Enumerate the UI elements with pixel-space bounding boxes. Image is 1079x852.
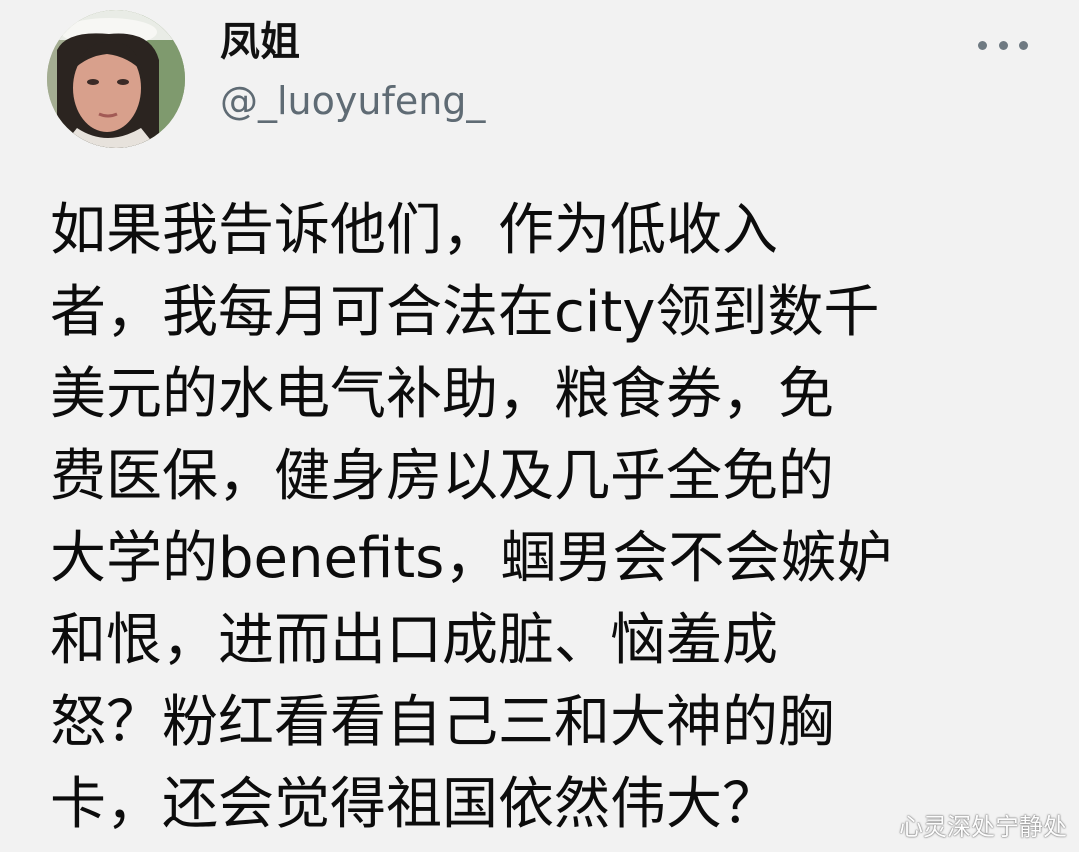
tweet-text-line: 者，我每月可合法在city领到数千 [50, 280, 880, 345]
tweet-text-line: 如果我告诉他们，作为低收入 [50, 198, 778, 263]
tweet-card: 凤姐 @_luoyufeng_ 如果我告诉他们，作为低收入 者，我每月可合法在c… [0, 0, 1079, 852]
tweet-text-line: 美元的水电气补助，粮食券，免 [50, 362, 834, 427]
tweet-text-line: 大学的benefits，蝈男会不会嫉妒 [50, 526, 893, 591]
tweet-text: 如果我告诉他们，作为低收入 者，我每月可合法在city领到数千 美元的水电气补助… [50, 190, 1040, 846]
more-horizontal-icon-dot-2 [998, 40, 1008, 50]
more-horizontal-icon-dot-3 [1019, 40, 1028, 50]
tweet-text-line: 和恨，进而出口成脏、恼羞成 [50, 608, 778, 673]
avatar[interactable] [47, 10, 185, 148]
tweet-text-line: 费医保，健身房以及几乎全免的 [50, 444, 834, 509]
author-display-name[interactable]: 凤姐 [220, 18, 300, 66]
more-horizontal-icon [978, 40, 987, 50]
tweet-text-line: 卡，还会觉得祖国依然伟大？ [50, 772, 778, 837]
avatar-photo [47, 10, 185, 148]
tweet-header: 凤姐 @_luoyufeng_ [0, 0, 1079, 160]
more-options-button[interactable] [978, 30, 1028, 60]
author-handle[interactable]: @_luoyufeng_ [220, 78, 485, 124]
watermark: 心灵深处宁静处 [899, 813, 1067, 841]
tweet-text-line: 怒？粉红看看自己三和大神的胸 [50, 690, 834, 755]
